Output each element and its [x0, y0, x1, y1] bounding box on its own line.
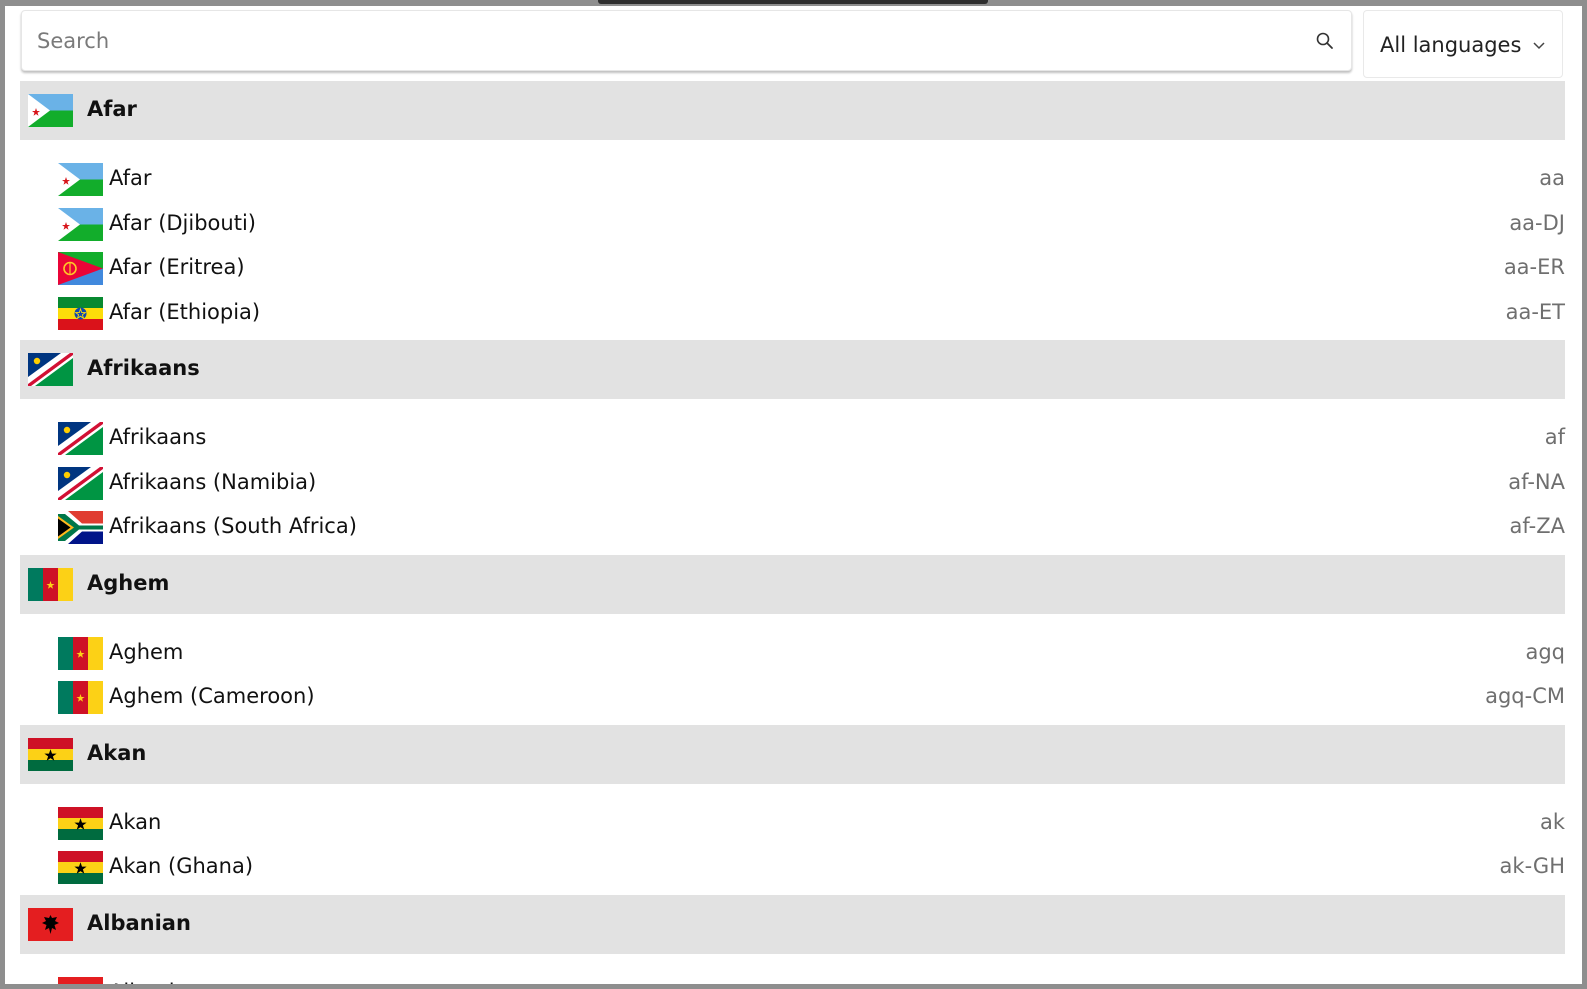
group-items: Aghem agq Aghem (Cameroon) agq-CM	[20, 614, 1565, 725]
search-icon[interactable]	[1315, 31, 1335, 51]
ghana-flag-icon	[58, 806, 103, 840]
language-row[interactable]: Afrikaans af	[20, 416, 1565, 461]
language-code: agq-CM	[1485, 684, 1565, 708]
group-items: Akan ak Akan (Ghana) ak-GH	[20, 784, 1565, 895]
group-header[interactable]: Albanian	[20, 894, 1565, 954]
language-name: Afrikaans	[109, 425, 207, 449]
language-row[interactable]: Afar aa	[20, 157, 1565, 202]
language-filter-select[interactable]: All languages	[1363, 10, 1563, 78]
language-code: agq	[1525, 639, 1565, 664]
ghana-flag-icon	[28, 737, 73, 771]
group-title: Albanian	[87, 910, 191, 935]
group-title: Akan	[87, 740, 147, 765]
group-header[interactable]: Afar	[20, 81, 1565, 140]
language-code: aa	[1539, 166, 1565, 190]
language-row[interactable]: Afar (Eritrea) aa-ER	[20, 246, 1565, 291]
language-code: sq	[1541, 980, 1565, 985]
language-name: Afrikaans (South Africa)	[109, 514, 357, 538]
albania-flag-icon	[58, 976, 103, 984]
language-filter-value: All languages	[1380, 33, 1522, 57]
namibia-flag-icon	[58, 466, 103, 500]
language-code: af-ZA	[1509, 514, 1565, 538]
ethiopia-flag-icon	[58, 296, 103, 330]
cameroon-flag-icon	[28, 567, 73, 601]
djibouti-flag-icon	[58, 207, 103, 241]
group-header[interactable]: Afrikaans	[20, 340, 1565, 399]
language-row[interactable]: Akan (Ghana) ak-GH	[20, 845, 1565, 890]
language-name: Aghem (Cameroon)	[109, 684, 315, 708]
language-code: af-NA	[1508, 469, 1565, 494]
chevron-down-icon	[1532, 41, 1546, 51]
language-name: Afar (Eritrea)	[109, 255, 245, 279]
language-code: af	[1544, 425, 1565, 449]
language-code: ak-GH	[1499, 854, 1565, 878]
language-row[interactable]: Aghem (Cameroon) agq-CM	[20, 675, 1565, 720]
namibia-flag-icon	[28, 353, 73, 386]
djibouti-flag-icon	[28, 94, 73, 127]
language-name: Afar (Djibouti)	[109, 210, 256, 235]
south-africa-flag-icon	[58, 511, 103, 544]
search-input[interactable]	[22, 11, 1292, 70]
language-row[interactable]: Afrikaans (Namibia) af-NA	[20, 461, 1565, 506]
language-list: Afar Afar aa Afar (Djibouti) aa-DJ Afar (Erit…	[20, 81, 1565, 984]
language-code: aa-ET	[1505, 299, 1565, 324]
namibia-flag-icon	[58, 422, 103, 455]
language-name: Albanian	[109, 980, 201, 985]
group-items: Afar aa Afar (Djibouti) aa-DJ Afar (Eritrea)…	[20, 140, 1565, 340]
language-code: aa-ER	[1503, 255, 1565, 279]
group-items: Albanian sq	[20, 954, 1565, 985]
albania-flag-icon	[28, 907, 73, 941]
ghana-flag-icon	[58, 851, 103, 884]
language-name: Afar (Ethiopia)	[109, 299, 261, 324]
language-name: Afar	[109, 166, 152, 190]
group-items: Afrikaans af Afrikaans (Namibia) af-NA Afrik…	[20, 399, 1565, 555]
eritrea-flag-icon	[58, 252, 103, 285]
cameroon-flag-icon	[58, 681, 103, 714]
group-title: Afrikaans	[87, 356, 200, 380]
language-row[interactable]: Afar (Ethiopia) aa-ET	[20, 291, 1565, 336]
language-name: Akan (Ghana)	[109, 854, 254, 878]
language-row[interactable]: Akan ak	[20, 801, 1565, 846]
group-title: Aghem	[87, 570, 170, 595]
group-header[interactable]: Aghem	[20, 554, 1565, 614]
group-header[interactable]: Akan	[20, 724, 1565, 784]
language-row[interactable]: Afar (Djibouti) aa-DJ	[20, 202, 1565, 247]
language-row[interactable]: Afrikaans (South Africa) af-ZA	[20, 505, 1565, 550]
language-name: Akan	[109, 809, 162, 834]
language-picker-window: All languages Afar Afar aa Afar (Djibouti) a…	[5, 6, 1582, 984]
djibouti-flag-icon	[58, 163, 103, 196]
language-code: aa-DJ	[1509, 210, 1565, 235]
cameroon-flag-icon	[58, 636, 103, 670]
search-box	[21, 10, 1352, 71]
window-top-edge	[598, 0, 988, 4]
language-row[interactable]: Aghem agq	[20, 631, 1565, 676]
language-code: ak	[1539, 809, 1565, 834]
language-name: Afrikaans (Namibia)	[109, 469, 317, 494]
group-title: Afar	[87, 97, 137, 121]
language-row[interactable]: Albanian sq	[20, 971, 1565, 985]
language-name: Aghem	[109, 639, 184, 664]
